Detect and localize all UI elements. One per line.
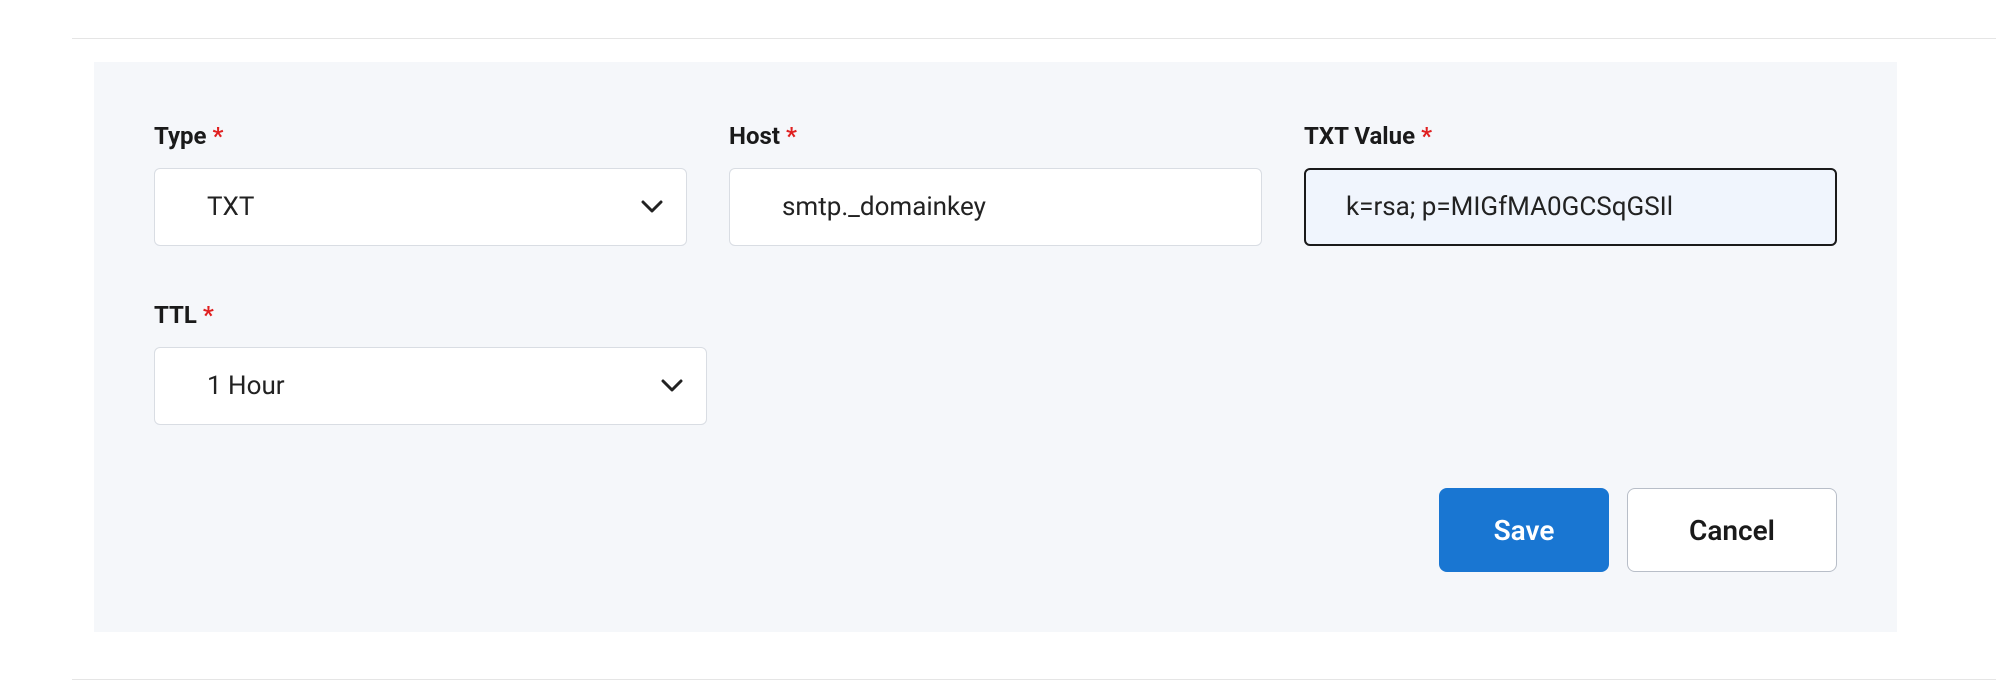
ttl-label: TTL* xyxy=(154,301,707,329)
ttl-field: TTL* xyxy=(154,301,707,425)
ttl-select-wrap xyxy=(154,347,707,425)
button-row: Save Cancel xyxy=(1439,488,1837,572)
type-select[interactable] xyxy=(154,168,687,246)
host-field: Host* xyxy=(729,122,1262,246)
txt-value-input-wrap xyxy=(1304,168,1837,246)
txt-value-field: TXT Value* xyxy=(1304,122,1837,246)
required-asterisk: * xyxy=(786,122,797,150)
form-row-1: Type* Host* TXT Value* xyxy=(154,122,1837,246)
type-field: Type* xyxy=(154,122,687,246)
divider-top xyxy=(72,38,1996,39)
divider-bottom xyxy=(72,679,1996,680)
save-button[interactable]: Save xyxy=(1439,488,1609,572)
host-label: Host* xyxy=(729,122,1262,150)
required-asterisk: * xyxy=(1421,122,1432,150)
txt-value-input[interactable] xyxy=(1304,168,1837,246)
dns-record-form: Type* Host* TXT Value* xyxy=(94,62,1897,632)
cancel-button[interactable]: Cancel xyxy=(1627,488,1837,572)
ttl-select[interactable] xyxy=(154,347,707,425)
required-asterisk: * xyxy=(213,122,224,150)
txt-value-label: TXT Value* xyxy=(1304,122,1837,150)
required-asterisk: * xyxy=(203,301,214,329)
host-input[interactable] xyxy=(729,168,1262,246)
form-row-2: TTL* xyxy=(154,301,1837,425)
type-label: Type* xyxy=(154,122,687,150)
type-select-wrap xyxy=(154,168,687,246)
host-input-wrap xyxy=(729,168,1262,246)
